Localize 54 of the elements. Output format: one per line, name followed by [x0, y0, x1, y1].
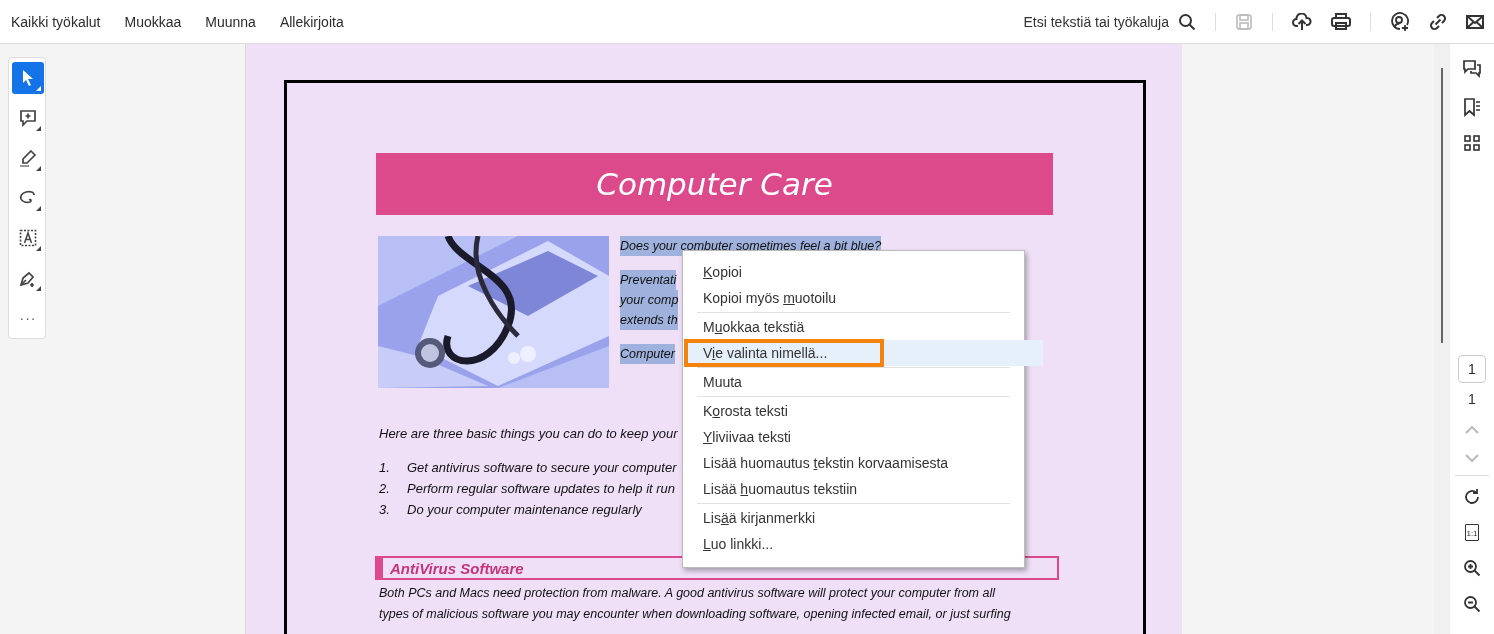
thumbnails-icon[interactable] — [1464, 135, 1480, 151]
bookmark-icon[interactable] — [1462, 97, 1482, 117]
menu-item[interactable]: Muunna — [205, 13, 256, 30]
list-number: 2. — [379, 481, 391, 496]
document-text: Both PCs and Macs need protection from malware. A good antivirus software will protect your computer from all — [379, 586, 997, 601]
tool-button[interactable] — [12, 62, 44, 94]
tool-button[interactable]: ··· — [12, 302, 44, 334]
document-text: your comp — [620, 290, 679, 310]
pen-icon — [19, 269, 37, 287]
highlighter-icon — [19, 149, 37, 167]
print-icon[interactable] — [1331, 12, 1351, 31]
actual-size-button[interactable]: 1:1 — [1465, 524, 1479, 541]
add-comment-icon — [19, 109, 37, 127]
list-number: 1. — [379, 460, 391, 475]
pointer-icon — [21, 69, 35, 87]
list-number: 3. — [379, 502, 391, 517]
menu-option[interactable]: Muokkaa tekstiä — [685, 314, 1022, 340]
menu-option[interactable]: Korosta teksti — [685, 398, 1022, 424]
document-text: Here are three basic things you can do to keep your — [379, 426, 678, 441]
menu-option[interactable]: Yliviivaa teksti — [685, 424, 1022, 450]
rotate-icon[interactable] — [1463, 488, 1481, 506]
text-box-icon — [19, 229, 37, 247]
lasso-icon — [19, 190, 37, 206]
list-text: Perform regular software updates to help it run — [407, 481, 676, 496]
menu-option[interactable]: Luo linkki... — [685, 531, 1022, 557]
search-icon[interactable] — [1178, 12, 1196, 31]
menu-option[interactable]: Lisää huomautus tekstin korvaamisesta — [685, 450, 1022, 476]
list-text: Do your computer maintenance regularly — [407, 502, 642, 517]
document-text: types of malicious software you may encounter when downloading software, opening infected email, or just surfing — [379, 607, 1012, 622]
document-text: Computer — [620, 344, 675, 364]
menu-item[interactable]: Kaikki työkalut — [11, 13, 101, 30]
mail-icon[interactable] — [1466, 13, 1484, 30]
document-text: Preventati — [620, 270, 677, 290]
menu-item[interactable]: Allekirjoita — [279, 13, 344, 30]
menu-option[interactable]: Lisää kirjanmerkki — [685, 505, 1022, 531]
page-count: 1 — [1468, 391, 1476, 407]
cloud-upload-icon[interactable] — [1292, 12, 1312, 31]
page-number-field[interactable]: 1 — [1458, 355, 1486, 383]
section-heading: AntiVirus Software — [390, 559, 524, 577]
menu-item[interactable]: Muokkaa — [124, 13, 182, 30]
document-title: Computer Care — [596, 166, 833, 202]
person-add-icon[interactable] — [1390, 11, 1410, 32]
menu-option[interactable]: Lisää huomautus tekstiin — [685, 476, 1022, 502]
menu-option[interactable]: Kopioi — [685, 259, 1022, 285]
list-text: Get antivirus software to secure your computer — [407, 460, 677, 475]
menu-option[interactable]: Muuta — [685, 369, 1022, 395]
zoom-out-icon[interactable] — [1463, 595, 1481, 613]
search-label[interactable]: Etsi tekstiä tai työkaluja — [1023, 13, 1169, 30]
link-icon[interactable] — [1429, 12, 1447, 31]
scrollbar[interactable] — [1434, 44, 1450, 634]
zoom-in-icon[interactable] — [1463, 559, 1481, 577]
comments-icon[interactable] — [1462, 59, 1482, 79]
document-text: extends th — [620, 310, 678, 330]
menu-option[interactable]: Kopioi myös muotoilu — [685, 285, 1022, 311]
